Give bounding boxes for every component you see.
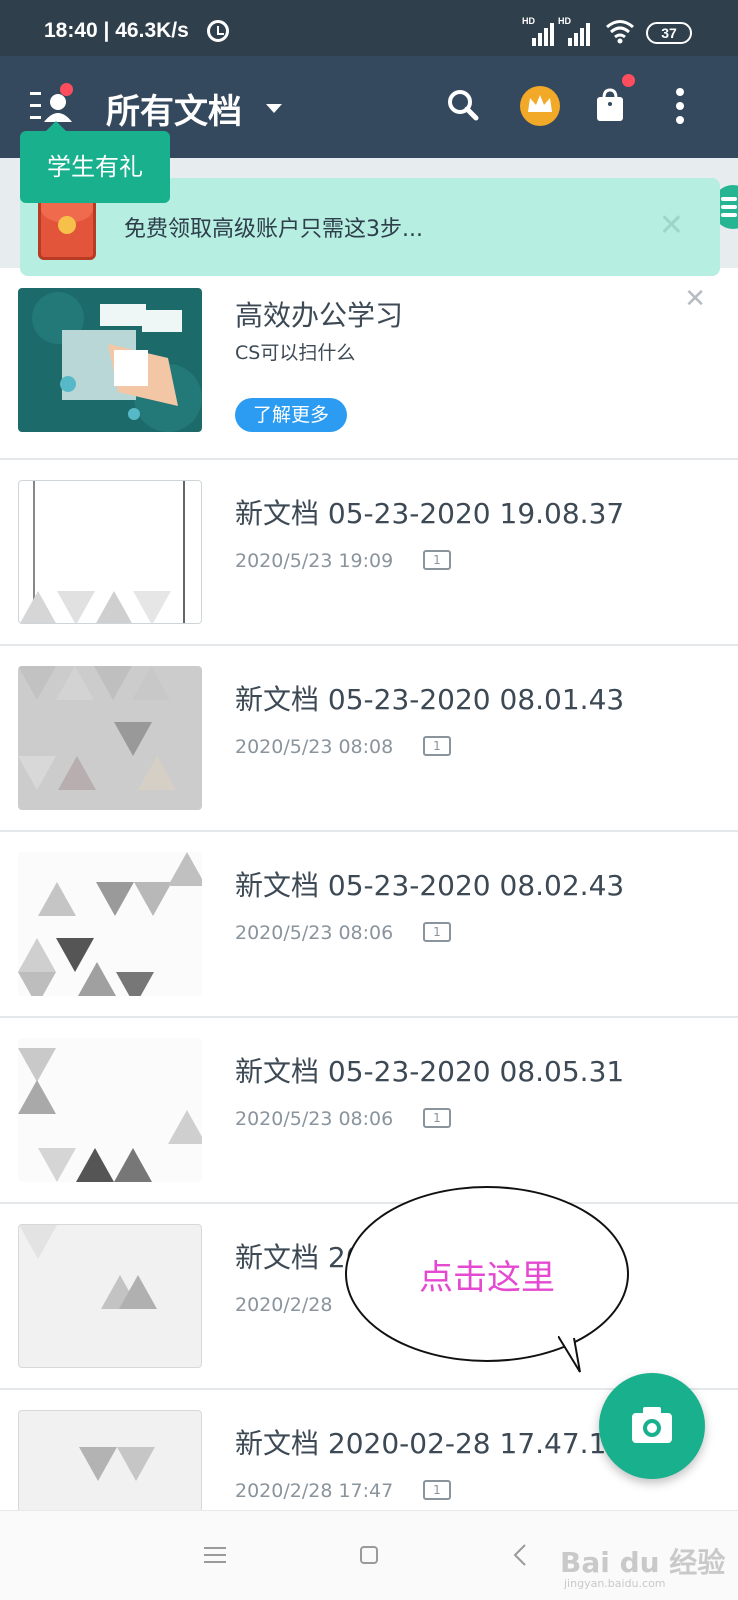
document-name: 新文档 05-23-2020 08.02.43 <box>235 869 625 902</box>
ad-illustration <box>18 288 202 432</box>
shopping-bag-icon <box>597 88 623 121</box>
document-name: 新文档 05-23-2020 08.05.31 <box>235 1055 625 1088</box>
status-time: 18:40 | 46.3K/s <box>44 19 189 42</box>
ad-card[interactable]: 高效办公学习 CS可以扫什么 了解更多 ✕ <box>0 268 738 460</box>
camera-button[interactable] <box>599 1373 705 1479</box>
ad-subtitle: CS可以扫什么 <box>235 342 356 364</box>
more-options-button[interactable] <box>656 82 704 130</box>
search-icon <box>448 90 479 121</box>
baidu-watermark: Bai du 经验 jingyan.baidu.com <box>560 1546 726 1590</box>
red-envelope-icon <box>38 198 96 260</box>
promo-close-button[interactable]: ✕ <box>659 208 684 243</box>
learn-more-button[interactable]: 了解更多 <box>235 398 347 432</box>
signal-icon-sim1: HD <box>522 16 556 46</box>
shop-button[interactable] <box>586 74 635 130</box>
page-count-badge: 1 <box>423 1108 451 1128</box>
hd-label: HD <box>522 16 535 26</box>
callout-text: 点击这里 <box>419 1258 555 1298</box>
home-icon[interactable] <box>359 1545 379 1565</box>
document-thumbnail <box>18 1038 202 1182</box>
search-button[interactable] <box>440 82 488 130</box>
battery-level: 37 <box>661 25 677 41</box>
page-title[interactable]: 所有文档 <box>106 84 242 133</box>
document-name: 新文档 05-23-2020 08.01.43 <box>235 683 625 716</box>
document-list: 高效办公学习 CS可以扫什么 了解更多 ✕ 新文档 05-23-2020 19.… <box>0 268 738 1530</box>
system-nav-bar: Bai du 经验 jingyan.baidu.com <box>0 1510 738 1600</box>
document-date: 2020/2/28 17:47 <box>235 1480 394 1502</box>
student-gift-tooltip[interactable]: 学生有礼 <box>20 121 170 203</box>
document-date: 2020/5/23 08:06 <box>235 1108 394 1130</box>
document-thumbnail <box>18 852 202 996</box>
ad-title: 高效办公学习 <box>235 299 404 332</box>
status-bar: 18:40 | 46.3K/s HD HD 37 <box>0 0 738 56</box>
document-name: 新文档 2020-02-28 17.47.10 <box>235 1427 625 1460</box>
camera-icon <box>632 1407 672 1443</box>
hd-label: HD <box>558 16 571 26</box>
document-row[interactable]: 新文档 05-23-2020 08.01.43 2020/5/23 08:08 … <box>0 646 738 832</box>
page-count-badge: 1 <box>423 922 451 942</box>
premium-button[interactable] <box>516 82 564 130</box>
more-vertical-icon <box>676 88 684 124</box>
page-count-badge: 1 <box>423 550 451 570</box>
wifi-icon <box>606 20 634 44</box>
document-name: 新文档 05-23-2020 19.08.37 <box>235 497 625 530</box>
page-count-badge: 1 <box>423 736 451 756</box>
menu-icon[interactable] <box>204 1545 226 1565</box>
document-thumbnail <box>18 666 202 810</box>
document-date: 2020/5/23 19:09 <box>235 550 394 572</box>
document-thumbnail <box>18 480 202 624</box>
signal-icon-sim2: HD <box>558 16 592 46</box>
callout-tail <box>558 1336 581 1373</box>
document-thumbnail <box>18 1224 202 1368</box>
document-date: 2020/5/23 08:08 <box>235 736 394 758</box>
back-icon[interactable] <box>510 1543 530 1567</box>
alarm-icon <box>207 20 229 42</box>
notification-dot <box>60 83 73 96</box>
document-row[interactable]: 新文档 05-23-2020 19.08.37 2020/5/23 19:09 … <box>0 460 738 646</box>
document-date: 2020/2/28 <box>235 1294 333 1316</box>
ad-close-button[interactable]: ✕ <box>684 284 706 314</box>
promo-banner-text: 免费领取高级账户只需这3步... <box>124 217 423 242</box>
crown-icon <box>520 86 560 126</box>
document-row[interactable]: 新文档 05-23-2020 08.05.31 2020/5/23 08:06 … <box>0 1018 738 1204</box>
chevron-down-icon[interactable] <box>266 104 282 113</box>
watermark-url: jingyan.baidu.com <box>564 1577 666 1590</box>
document-date: 2020/5/23 08:06 <box>235 922 394 944</box>
document-row[interactable]: 新文档 05-23-2020 08.02.43 2020/5/23 08:06 … <box>0 832 738 1018</box>
page-count-badge: 1 <box>423 1480 451 1500</box>
notification-dot <box>622 74 635 87</box>
battery-icon: 37 <box>646 22 692 44</box>
